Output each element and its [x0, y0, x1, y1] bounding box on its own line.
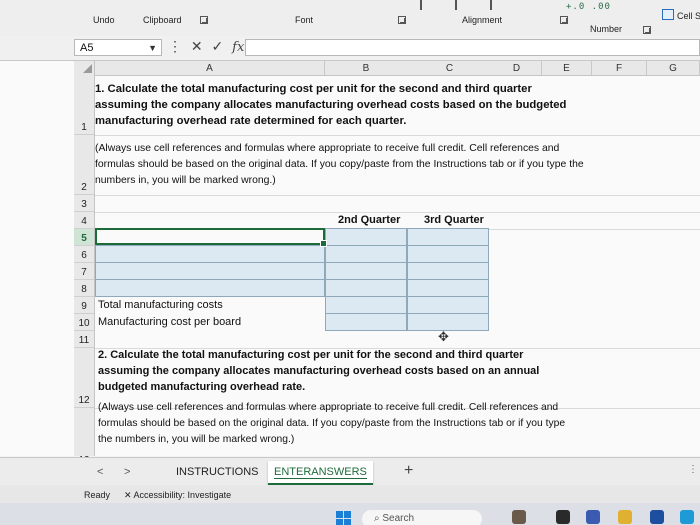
row-header-10[interactable]: 10 — [74, 314, 94, 331]
header-2nd-quarter: 2nd Quarter — [338, 214, 401, 226]
row-header-9[interactable]: 9 — [74, 297, 94, 314]
decimal-increase-decrease-icon[interactable]: +.0 .00 — [566, 2, 611, 12]
gridline — [95, 279, 489, 280]
undo-group-label[interactable]: Undo — [93, 15, 115, 25]
gridline — [95, 135, 700, 136]
row-10-label: Manufacturing cost per board — [98, 316, 242, 328]
question-2-text: 2. Calculate the total manufacturing cos… — [98, 349, 540, 393]
column-header-f[interactable]: F — [592, 61, 647, 75]
tab-instructions[interactable]: INSTRUCTIONS — [170, 461, 265, 483]
row-headers: 1 2 3 4 5 6 7 8 9 10 11 12 13 — [74, 75, 95, 468]
question-1-note: (Always use cell references and formulas… — [95, 143, 584, 186]
tab-next-button[interactable]: > — [124, 466, 130, 478]
row-header-4[interactable]: 4 — [74, 212, 94, 229]
more-tabs-icon[interactable]: ⋮ — [688, 464, 698, 475]
folder-icon[interactable] — [618, 510, 632, 524]
font-group-label: Font — [295, 15, 314, 25]
align-left-icon[interactable] — [420, 0, 422, 10]
add-sheet-button[interactable]: + — [404, 462, 413, 480]
select-all-corner[interactable] — [74, 61, 95, 76]
status-ready: Ready — [84, 490, 111, 500]
chevron-down-icon[interactable]: ▼ — [148, 40, 157, 57]
row-header-11[interactable]: 11 — [74, 331, 94, 348]
formula-bar: A5 ▼ ⋮ ✕ ✓ fx — [0, 36, 700, 61]
cell-styles-button[interactable]: Cell St — [662, 9, 700, 21]
cell-styles-label: Cell St — [677, 11, 700, 21]
insert-function-icon[interactable]: fx — [232, 40, 244, 55]
input-cells-labels[interactable] — [95, 245, 325, 297]
dell-icon[interactable] — [650, 510, 664, 524]
row-header-3[interactable]: 3 — [74, 195, 94, 212]
number-group-label: Number — [590, 24, 623, 34]
row-header-8[interactable]: 8 — [74, 280, 94, 297]
status-bar: Ready ✕ Accessibility: Investigate — [0, 485, 700, 503]
app-icon[interactable] — [680, 510, 694, 524]
gridline — [95, 212, 700, 213]
column-header-g[interactable]: G — [647, 61, 700, 75]
name-box[interactable]: A5 ▼ — [74, 39, 162, 56]
question-2-note: (Always use cell references and formulas… — [98, 402, 566, 445]
alignment-launcher-icon[interactable] — [560, 16, 568, 24]
align-right-icon[interactable] — [490, 0, 492, 10]
excel-window: Undo Clipboard Font Alignment +.0 .00 Nu… — [0, 0, 700, 525]
formula-bar-icons: ⋮ ✕ ✓ fx — [168, 38, 249, 55]
move-cursor-icon: ✥ — [438, 329, 449, 344]
row-header-12[interactable]: 12 — [74, 348, 94, 408]
gridline — [95, 195, 700, 196]
selected-cell-a5[interactable] — [95, 228, 327, 247]
formula-input[interactable] — [245, 39, 700, 56]
clipboard-group-label: Clipboard — [143, 15, 182, 25]
taskbar-search-label: Search — [382, 513, 415, 524]
tab-enteranswers[interactable]: ENTERANSWERS — [268, 461, 373, 485]
accessibility-icon: ✕ — [124, 490, 134, 500]
worksheet-grid[interactable]: A B C D E F G 1 2 3 4 5 6 7 8 9 10 11 12… — [0, 61, 700, 468]
column-header-e[interactable]: E — [542, 61, 592, 75]
accessibility-label: Accessibility: Investigate — [133, 490, 232, 500]
sheet-tabs-bar: < > INSTRUCTIONS ENTERANSWERS + ⋮ — [0, 457, 700, 486]
font-launcher-icon[interactable] — [398, 16, 406, 24]
cancel-icon[interactable]: ✕ — [191, 38, 203, 54]
clipboard-launcher-icon[interactable] — [200, 16, 208, 24]
gridline — [325, 245, 489, 246]
tab-prev-button[interactable]: < — [97, 466, 103, 478]
more-options-icon[interactable]: ⋮ — [168, 38, 182, 54]
alignment-group-label: Alignment — [462, 15, 503, 25]
row-9-label: Total manufacturing costs — [98, 299, 223, 311]
row-header-5[interactable]: 5 — [74, 229, 94, 246]
row-header-7[interactable]: 7 — [74, 263, 94, 280]
taskbar-search[interactable]: ⌕ Search — [362, 510, 482, 525]
column-header-d[interactable]: D — [492, 61, 542, 75]
taskbar: ⌕ Search — [0, 503, 700, 525]
app-icon[interactable] — [586, 510, 600, 524]
column-header-c[interactable]: C — [407, 61, 492, 75]
enter-check-icon[interactable]: ✓ — [212, 38, 224, 54]
cell-styles-icon — [662, 9, 674, 20]
ribbon: Undo Clipboard Font Alignment +.0 .00 Nu… — [0, 0, 700, 37]
gridline — [325, 296, 489, 297]
accessibility-status[interactable]: ✕ Accessibility: Investigate — [124, 490, 231, 501]
gridline — [95, 262, 489, 263]
column-header-b[interactable]: B — [325, 61, 407, 75]
row-header-1[interactable]: 1 — [74, 75, 94, 135]
tab-enteranswers-label: ENTERANSWERS — [274, 466, 367, 479]
app-icon[interactable] — [512, 510, 526, 524]
row-header-6[interactable]: 6 — [74, 246, 94, 263]
name-box-value: A5 — [80, 42, 94, 54]
header-3rd-quarter: 3rd Quarter — [424, 214, 484, 226]
question-1-text: 1. Calculate the total manufacturing cos… — [95, 83, 567, 127]
windows-start-icon[interactable] — [336, 511, 352, 525]
row-header-2[interactable]: 2 — [74, 135, 94, 195]
gridline — [325, 313, 489, 314]
app-icon[interactable] — [556, 510, 570, 524]
column-headers: A B C D E F G — [95, 61, 700, 76]
column-header-a[interactable]: A — [95, 61, 325, 75]
align-center-icon[interactable] — [455, 0, 457, 10]
number-launcher-icon[interactable] — [643, 26, 651, 34]
